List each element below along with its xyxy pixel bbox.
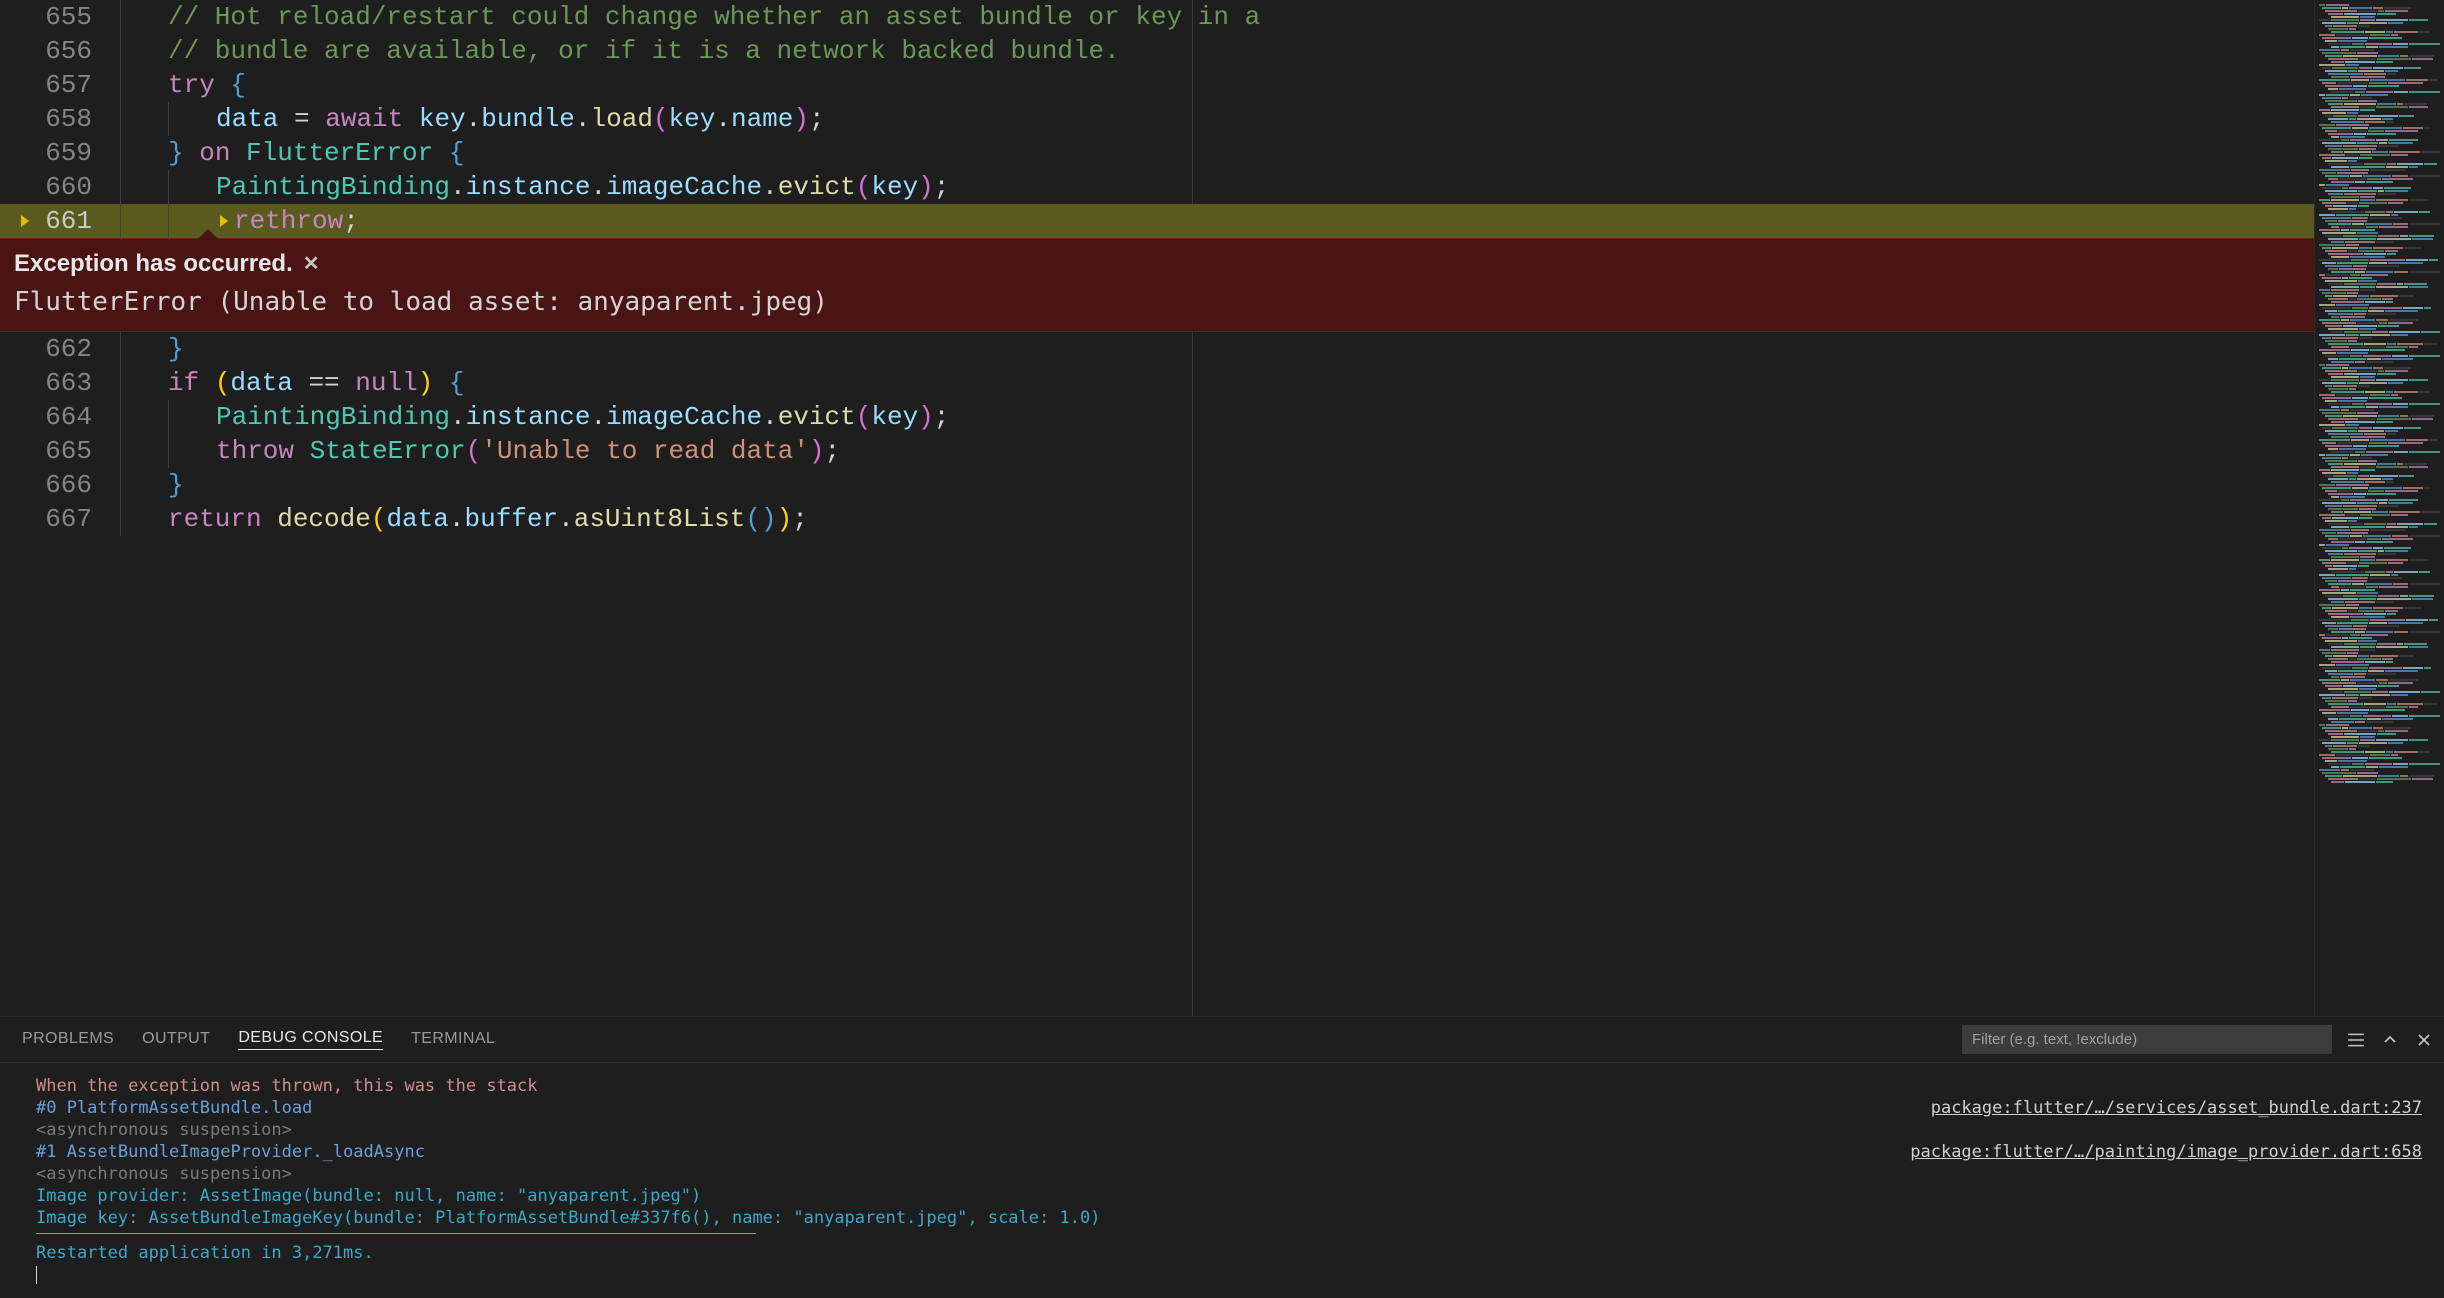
console-line: Image provider: AssetImage(bundle: null,… [36,1185,2422,1207]
gutter[interactable]: 663 [0,366,120,400]
editor-area: 655 // Hot reload/restart could change wh… [0,0,2444,1016]
source-link[interactable]: package:flutter/…/painting/image_provide… [1910,1141,2422,1163]
code-text: // Hot reload/restart could change wheth… [168,0,1260,34]
code-line[interactable]: 665 throw StateError('Unable to read data… [0,434,2314,468]
code-line[interactable]: 658 data = await key.bundle.load(key.name… [0,102,2314,136]
gutter[interactable]: 659 [0,136,120,170]
tab-problems[interactable]: PROBLEMS [22,1030,114,1050]
gutter[interactable]: 666 [0,468,120,502]
line-number: 660 [45,170,92,204]
code-line[interactable]: 655 // Hot reload/restart could change wh… [0,0,2314,34]
exception-banner: Exception has occurred. ✕ FlutterError (Un… [0,238,2314,332]
tab-output[interactable]: OUTPUT [142,1030,210,1050]
line-number: 657 [45,68,92,102]
line-number: 666 [45,468,92,502]
exception-message: FlutterError (Unable to load asset: anya… [14,285,2300,319]
code-text: PaintingBinding.instance.imageCache.evic… [216,400,949,434]
code-text: throw StateError('Unable to read data'); [216,434,840,468]
panel-tabbar: PROBLEMS OUTPUT DEBUG CONSOLE TERMINAL [0,1017,2444,1063]
console-line: <asynchronous suspension> [36,1163,2422,1185]
exception-title: Exception has occurred. [14,247,293,281]
gutter[interactable]: 661 [0,204,120,238]
gutter[interactable]: 667 [0,502,120,536]
code-line[interactable]: 662} [0,332,2314,366]
gutter[interactable]: 655 [0,0,120,34]
code-line[interactable]: 667 return decode(data.buffer.asUint8List… [0,502,2314,536]
filter-input[interactable] [1962,1025,2332,1054]
line-number: 663 [45,366,92,400]
stack-frame[interactable]: #1 AssetBundleImageProvider._loadAsync [36,1141,425,1163]
line-number: 662 [45,332,92,366]
console-line: Restarted application in 3,271ms. [36,1242,2422,1264]
code-line[interactable]: 656 // bundle are available, or if it is … [0,34,2314,68]
panel-close-icon[interactable] [2414,1030,2434,1050]
gutter[interactable]: 664 [0,400,120,434]
code-text: try { [168,68,246,102]
gutter[interactable]: 657 [0,68,120,102]
code-text: rethrow; [234,204,359,238]
exception-close-icon[interactable]: ✕ [303,247,320,281]
line-number: 656 [45,34,92,68]
code-text: if (data == null) { [168,366,465,400]
divider [36,1233,756,1234]
code-text: } on FlutterError { [168,136,464,170]
stack-frame[interactable]: #0 PlatformAssetBundle.load [36,1097,312,1119]
code-line[interactable]: 666} [0,468,2314,502]
code-text: return decode(data.buffer.asUint8List())… [168,502,808,536]
current-frame-icon [216,213,232,229]
line-number: 659 [45,136,92,170]
breakpoint-icon[interactable] [17,213,33,229]
code-text: } [168,468,184,502]
code-line[interactable]: 659 } on FlutterError { [0,136,2314,170]
gutter[interactable]: 660 [0,170,120,204]
code-text: // bundle are available, or if it is a n… [168,34,1120,68]
console-line: When the exception was thrown, this was … [36,1075,2422,1097]
panel-collapse-icon[interactable] [2380,1030,2400,1050]
code-line[interactable]: 660 PaintingBinding.instance.imageCache.e… [0,170,2314,204]
line-number: 661 [45,204,92,238]
cursor [36,1266,37,1284]
tab-terminal[interactable]: TERMINAL [411,1030,495,1050]
console-line: Image key: AssetBundleImageKey(bundle: P… [36,1207,2422,1229]
code-text: } [168,332,184,366]
gutter[interactable]: 658 [0,102,120,136]
debug-console-output[interactable]: When the exception was thrown, this was … [0,1063,2444,1298]
line-number: 664 [45,400,92,434]
code-text: PaintingBinding.instance.imageCache.evic… [216,170,949,204]
code-text: data = await key.bundle.load(key.name); [216,102,825,136]
line-number: 667 [45,502,92,536]
bottom-panel: PROBLEMS OUTPUT DEBUG CONSOLE TERMINAL W… [0,1016,2444,1298]
code-line[interactable]: 664 PaintingBinding.instance.imageCache.e… [0,400,2314,434]
source-link[interactable]: package:flutter/…/services/asset_bundle.… [1931,1097,2422,1119]
filter-settings-icon[interactable] [2346,1030,2366,1050]
line-number: 665 [45,434,92,468]
line-number: 655 [45,0,92,34]
code-editor[interactable]: 655 // Hot reload/restart could change wh… [0,0,2314,1016]
code-line[interactable]: 661 rethrow; [0,204,2314,238]
gutter[interactable]: 662 [0,332,120,366]
tab-debug-console[interactable]: DEBUG CONSOLE [238,1029,383,1050]
gutter[interactable]: 656 [0,34,120,68]
gutter[interactable]: 665 [0,434,120,468]
code-line[interactable]: 657 try { [0,68,2314,102]
console-line: <asynchronous suspension> [36,1119,2422,1141]
minimap[interactable] [2314,0,2444,1016]
code-line[interactable]: 663 if (data == null) { [0,366,2314,400]
line-number: 658 [45,102,92,136]
